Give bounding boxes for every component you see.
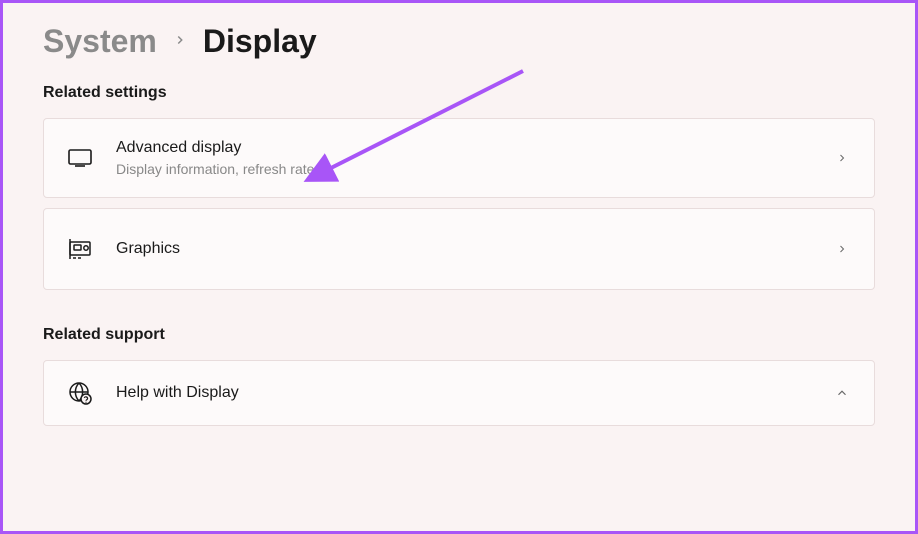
breadcrumb: System Display [43, 23, 875, 60]
breadcrumb-parent-link[interactable]: System [43, 23, 157, 60]
card-subtitle: Display information, refresh rate [116, 161, 810, 177]
card-content: Help with Display [116, 384, 810, 402]
card-title: Graphics [116, 240, 810, 258]
chevron-right-icon [173, 30, 187, 53]
help-globe-icon [68, 381, 92, 405]
monitor-icon [68, 146, 92, 170]
card-title: Advanced display [116, 139, 810, 157]
advanced-display-card[interactable]: Advanced display Display information, re… [43, 118, 875, 198]
chevron-right-icon [834, 241, 850, 257]
card-content: Advanced display Display information, re… [116, 139, 810, 177]
graphics-card[interactable]: Graphics [43, 208, 875, 290]
help-with-display-card[interactable]: Help with Display [43, 360, 875, 426]
breadcrumb-current: Display [203, 23, 317, 60]
card-title: Help with Display [116, 384, 810, 402]
card-content: Graphics [116, 240, 810, 258]
gpu-icon [68, 237, 92, 261]
chevron-up-icon [834, 385, 850, 401]
chevron-right-icon [834, 150, 850, 166]
related-support-heading: Related support [43, 326, 875, 344]
related-settings-heading: Related settings [43, 84, 875, 102]
